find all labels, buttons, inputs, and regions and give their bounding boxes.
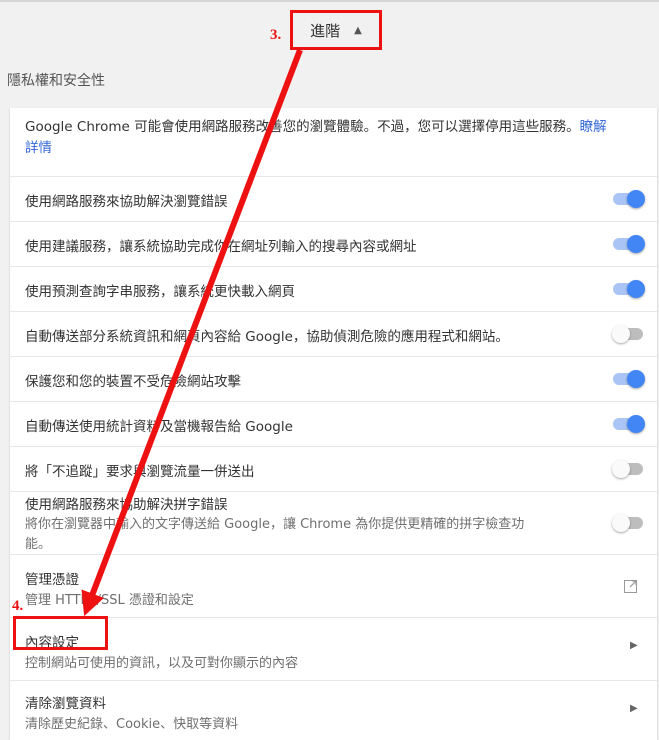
setting-label: 使用建議服務，讓系統協助完成你在網址列輸入的搜尋內容或網址 [25, 239, 417, 255]
external-link-icon[interactable] [624, 580, 637, 593]
clear-browsing-data-row[interactable]: 清除瀏覽資料 清除歷史紀錄、Cookie、快取等資料 ▶ [10, 680, 657, 740]
intro-body: Google Chrome 可能會使用網路服務改善您的瀏覽體驗。不過，您可以選擇… [25, 119, 580, 135]
setting-label: 保護您和您的裝置不受危險網站攻擊 [25, 374, 241, 390]
toggle-switch[interactable] [613, 190, 645, 208]
chevron-right-icon: ▶ [630, 640, 638, 651]
annotation-box-step4 [13, 616, 108, 650]
annotation-step3-number: 3. [270, 27, 282, 43]
setting-row-usage-stats[interactable]: 自動傳送使用統計資料及當機報告給 Google [10, 401, 657, 446]
toggle-switch[interactable] [612, 325, 643, 343]
toggle-switch[interactable] [612, 460, 643, 478]
setting-label: 自動傳送使用統計資料及當機報告給 Google [25, 419, 293, 435]
chevron-right-icon: ▶ [630, 703, 638, 714]
setting-row-prediction[interactable]: 使用預測查詢字串服務，讓系統更快載入網頁 [10, 266, 657, 311]
toggle-switch[interactable] [613, 415, 645, 433]
annotation-step4-number: 4. [12, 598, 24, 614]
setting-label: 將「不追蹤」要求與瀏覽流量一併送出 [25, 464, 255, 480]
section-title: 隱私權和安全性 [7, 73, 105, 89]
setting-description: 將你在瀏覽器中輸入的文字傳送給 Google，讓 Chrome 為你提供更精確的… [25, 517, 525, 532]
toggle-switch[interactable] [613, 235, 645, 253]
intro-text: Google Chrome 可能會使用網路服務改善您的瀏覽體驗。不過，您可以選擇… [25, 117, 640, 159]
setting-row-safe-browsing[interactable]: 保護您和您的裝置不受危險網站攻擊 [10, 356, 657, 401]
toggle-switch[interactable] [613, 280, 645, 298]
manage-certificates-row[interactable]: 管理憑證 管理 HTTPS/SSL 憑證和設定 [10, 554, 657, 617]
setting-row-spellcheck[interactable]: 使用網路服務來協助解決拼字錯誤 將你在瀏覽器中輸入的文字傳送給 Google，讓… [10, 491, 657, 554]
setting-row-suggestions[interactable]: 使用建議服務，讓系統協助完成你在網址列輸入的搜尋內容或網址 [10, 221, 657, 266]
annotation-box-step3 [290, 10, 382, 50]
setting-description: 清除歷史紀錄、Cookie、快取等資料 [25, 717, 239, 732]
setting-label: 使用預測查詢字串服務，讓系統更快載入網頁 [25, 284, 295, 300]
setting-row-safe-browsing-reports[interactable]: 自動傳送部分系統資訊和網頁內容給 Google，協助偵測危險的應用程式和網站。 [10, 311, 657, 356]
setting-description: 管理 HTTPS/SSL 憑證和設定 [25, 593, 194, 608]
setting-row-do-not-track[interactable]: 將「不追蹤」要求與瀏覽流量一併送出 [10, 446, 657, 491]
setting-description-cont: 能。 [25, 537, 52, 552]
toggle-switch[interactable] [612, 514, 643, 532]
setting-label: 管理憑證 [25, 572, 79, 588]
toggle-switch[interactable] [613, 370, 645, 388]
setting-label: 清除瀏覽資料 [25, 696, 106, 712]
top-divider [0, 0, 659, 2]
setting-row-navigation-errors[interactable]: 使用網路服務來協助解決瀏覽錯誤 [10, 176, 657, 221]
setting-label: 使用網路服務來協助解決瀏覽錯誤 [25, 194, 228, 210]
setting-label: 自動傳送部分系統資訊和網頁內容給 Google，協助偵測危險的應用程式和網站。 [25, 329, 509, 345]
setting-label: 使用網路服務來協助解決拼字錯誤 [25, 497, 228, 513]
setting-description: 控制網站可使用的資訊，以及可對你顯示的內容 [25, 656, 299, 671]
